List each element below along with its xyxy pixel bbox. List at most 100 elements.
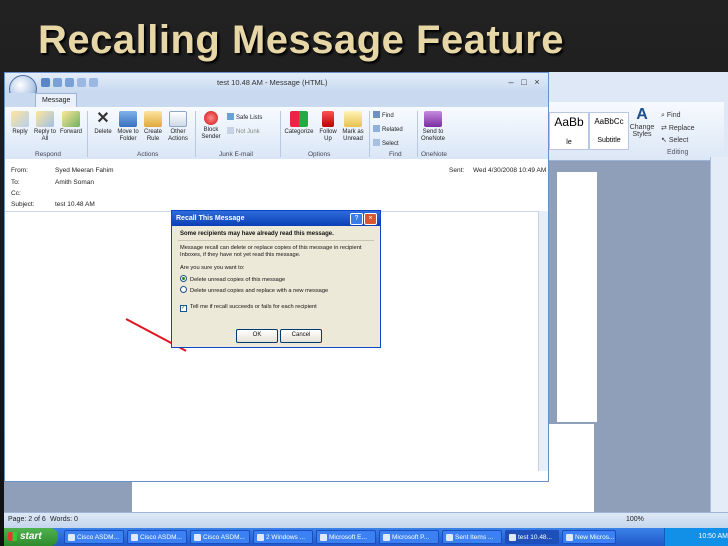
word-style-sample: AaBbCc bbox=[594, 117, 624, 126]
respond-group-label: Respond bbox=[35, 151, 62, 158]
tell-me-checkbox-row[interactable]: ✓ Tell me if recall succeeds or fails for… bbox=[180, 304, 376, 312]
tell-me-checkbox[interactable]: ✓ bbox=[180, 305, 187, 312]
taskbar-item[interactable]: Microsoft E... bbox=[316, 530, 376, 544]
word-style-subtitle[interactable]: AaBbCc Subtitle bbox=[589, 112, 629, 150]
find-group-label: Find bbox=[389, 151, 402, 158]
message-scrollbar[interactable] bbox=[538, 211, 548, 471]
move-to-folder-button[interactable]: Move to Folder bbox=[116, 111, 140, 143]
taskbar-item[interactable]: Cisco ASDM... bbox=[127, 530, 187, 544]
word-style-label: le bbox=[566, 139, 572, 146]
block-sender-label: Block Sender bbox=[201, 127, 221, 140]
forward-icon bbox=[62, 111, 80, 127]
word-style-title[interactable]: AaBb le bbox=[549, 112, 589, 150]
windows-taskbar: start Cisco ASDM... Cisco ASDM... Cisco … bbox=[4, 528, 728, 546]
option-delete-and-replace[interactable]: Delete unread copies and replace with a … bbox=[180, 286, 376, 295]
delete-label: Delete bbox=[94, 129, 112, 135]
tell-me-label: Tell me if recall succeeds or fails for … bbox=[190, 304, 317, 310]
word-scrollbar[interactable] bbox=[710, 157, 728, 513]
replace-icon: ⇄ bbox=[661, 125, 669, 132]
minimize-button[interactable]: – bbox=[505, 77, 517, 88]
word-replace-button[interactable]: ⇄ Replace bbox=[661, 124, 695, 132]
previous-item-icon[interactable] bbox=[77, 78, 86, 87]
close-button[interactable]: × bbox=[531, 77, 543, 88]
save-icon[interactable] bbox=[41, 78, 50, 87]
safe-lists-icon bbox=[227, 113, 234, 120]
word-status-bar: Page: 2 of 6 Words: 0 100% bbox=[4, 512, 728, 529]
safe-lists-button[interactable]: Safe Lists bbox=[227, 113, 262, 121]
to-value[interactable]: Amith Soman bbox=[55, 179, 94, 186]
change-styles-button[interactable]: A Change Styles bbox=[629, 106, 655, 138]
create-rule-button[interactable]: Create Rule bbox=[141, 111, 165, 143]
word-find-label: Find bbox=[666, 112, 681, 119]
taskbar-item[interactable]: 2 Windows ... bbox=[253, 530, 313, 544]
undo-icon[interactable] bbox=[53, 78, 62, 87]
word-replace-label: Replace bbox=[668, 125, 695, 132]
onenote-group-label: OneNote bbox=[421, 151, 448, 158]
ribbon-separator bbox=[280, 111, 281, 157]
redo-icon[interactable] bbox=[65, 78, 74, 87]
option-delete-unread[interactable]: Delete unread copies of this message bbox=[180, 275, 376, 284]
ok-button[interactable]: OK bbox=[236, 329, 278, 343]
taskbar-item[interactable]: Microsoft P... bbox=[379, 530, 439, 544]
taskbar-item[interactable]: Sent Items ... bbox=[442, 530, 502, 544]
not-junk-button[interactable]: Not Junk bbox=[227, 127, 260, 135]
follow-up-button[interactable]: Follow Up bbox=[316, 111, 340, 143]
forward-button[interactable]: Forward bbox=[59, 111, 83, 136]
delete-button[interactable]: ✕ Delete bbox=[91, 111, 115, 136]
close-icon[interactable]: × bbox=[364, 213, 377, 225]
next-item-icon[interactable] bbox=[89, 78, 98, 87]
folder-icon bbox=[119, 111, 137, 127]
outlook-window-title: test 10.48 AM - Message (HTML) bbox=[217, 78, 328, 87]
find-button[interactable]: Find bbox=[373, 111, 394, 119]
tab-message[interactable]: Message bbox=[35, 93, 78, 107]
word-find-button[interactable]: ⌕ Find bbox=[661, 112, 681, 120]
categorize-button[interactable]: Categorize bbox=[284, 111, 314, 136]
reply-label: Reply bbox=[12, 129, 28, 135]
word-select-button[interactable]: ↖ Select bbox=[661, 136, 688, 144]
envelope-icon bbox=[344, 111, 362, 127]
taskbar-item-active[interactable]: test 10.48... bbox=[505, 530, 559, 544]
reply-all-icon bbox=[36, 111, 54, 127]
zoom-level[interactable]: 100% bbox=[626, 516, 644, 523]
onenote-icon bbox=[424, 111, 442, 127]
radio-delete-selected[interactable] bbox=[180, 275, 187, 282]
reply-button[interactable]: Reply bbox=[8, 111, 32, 136]
reply-all-button[interactable]: Reply to All bbox=[33, 111, 57, 143]
select-label: Select bbox=[382, 141, 399, 147]
mark-as-unread-button[interactable]: Mark as Unread bbox=[341, 111, 365, 143]
find-icon bbox=[373, 111, 380, 118]
ribbon-separator bbox=[195, 111, 196, 157]
send-to-onenote-button[interactable]: Send to OneNote bbox=[421, 111, 445, 143]
other-actions-label: Other Actions bbox=[168, 129, 188, 142]
word-ribbon: AaBb le AaBbCc Subtitle A Change Styles ⌕ F… bbox=[549, 102, 724, 161]
select-button[interactable]: Select bbox=[373, 139, 399, 147]
taskbar-item[interactable]: Cisco ASDM... bbox=[190, 530, 250, 544]
maximize-button[interactable]: □ bbox=[518, 77, 530, 88]
taskbar-item[interactable]: New Micros... bbox=[562, 530, 616, 544]
from-value[interactable]: Syed Meeran Fahim bbox=[55, 167, 114, 174]
taskbar-item[interactable]: Cisco ASDM... bbox=[64, 530, 124, 544]
actions-group-label: Actions bbox=[137, 151, 159, 158]
radio-replace[interactable] bbox=[180, 286, 187, 293]
option-replace-label: Delete unread copies and replace with a … bbox=[190, 288, 329, 294]
page-count: Page: 2 of 6 bbox=[8, 516, 46, 523]
select-icon bbox=[373, 139, 380, 146]
move-to-folder-label: Move to Folder bbox=[117, 129, 139, 142]
help-icon[interactable]: ? bbox=[350, 213, 363, 225]
not-junk-label: Not Junk bbox=[236, 129, 260, 135]
word-page-right bbox=[557, 172, 597, 422]
block-sender-button[interactable]: Block Sender bbox=[199, 111, 223, 141]
ribbon-separator bbox=[369, 111, 370, 157]
options-group-label: Options bbox=[308, 151, 331, 158]
start-button[interactable]: start bbox=[4, 528, 58, 546]
word-style-sample: AaBb bbox=[554, 115, 584, 129]
related-icon bbox=[373, 125, 380, 132]
message-header: From: Syed Meeran Fahim To: Amith Soman … bbox=[5, 159, 548, 212]
cc-label: Cc: bbox=[11, 190, 21, 197]
windows-logo-icon bbox=[8, 532, 17, 541]
cancel-button[interactable]: Cancel bbox=[280, 329, 322, 343]
system-tray: 10:50 AM bbox=[664, 528, 728, 546]
other-actions-button[interactable]: Other Actions bbox=[166, 111, 190, 143]
related-button[interactable]: Related bbox=[373, 125, 403, 133]
word-editing-group-label: Editing bbox=[667, 149, 689, 156]
